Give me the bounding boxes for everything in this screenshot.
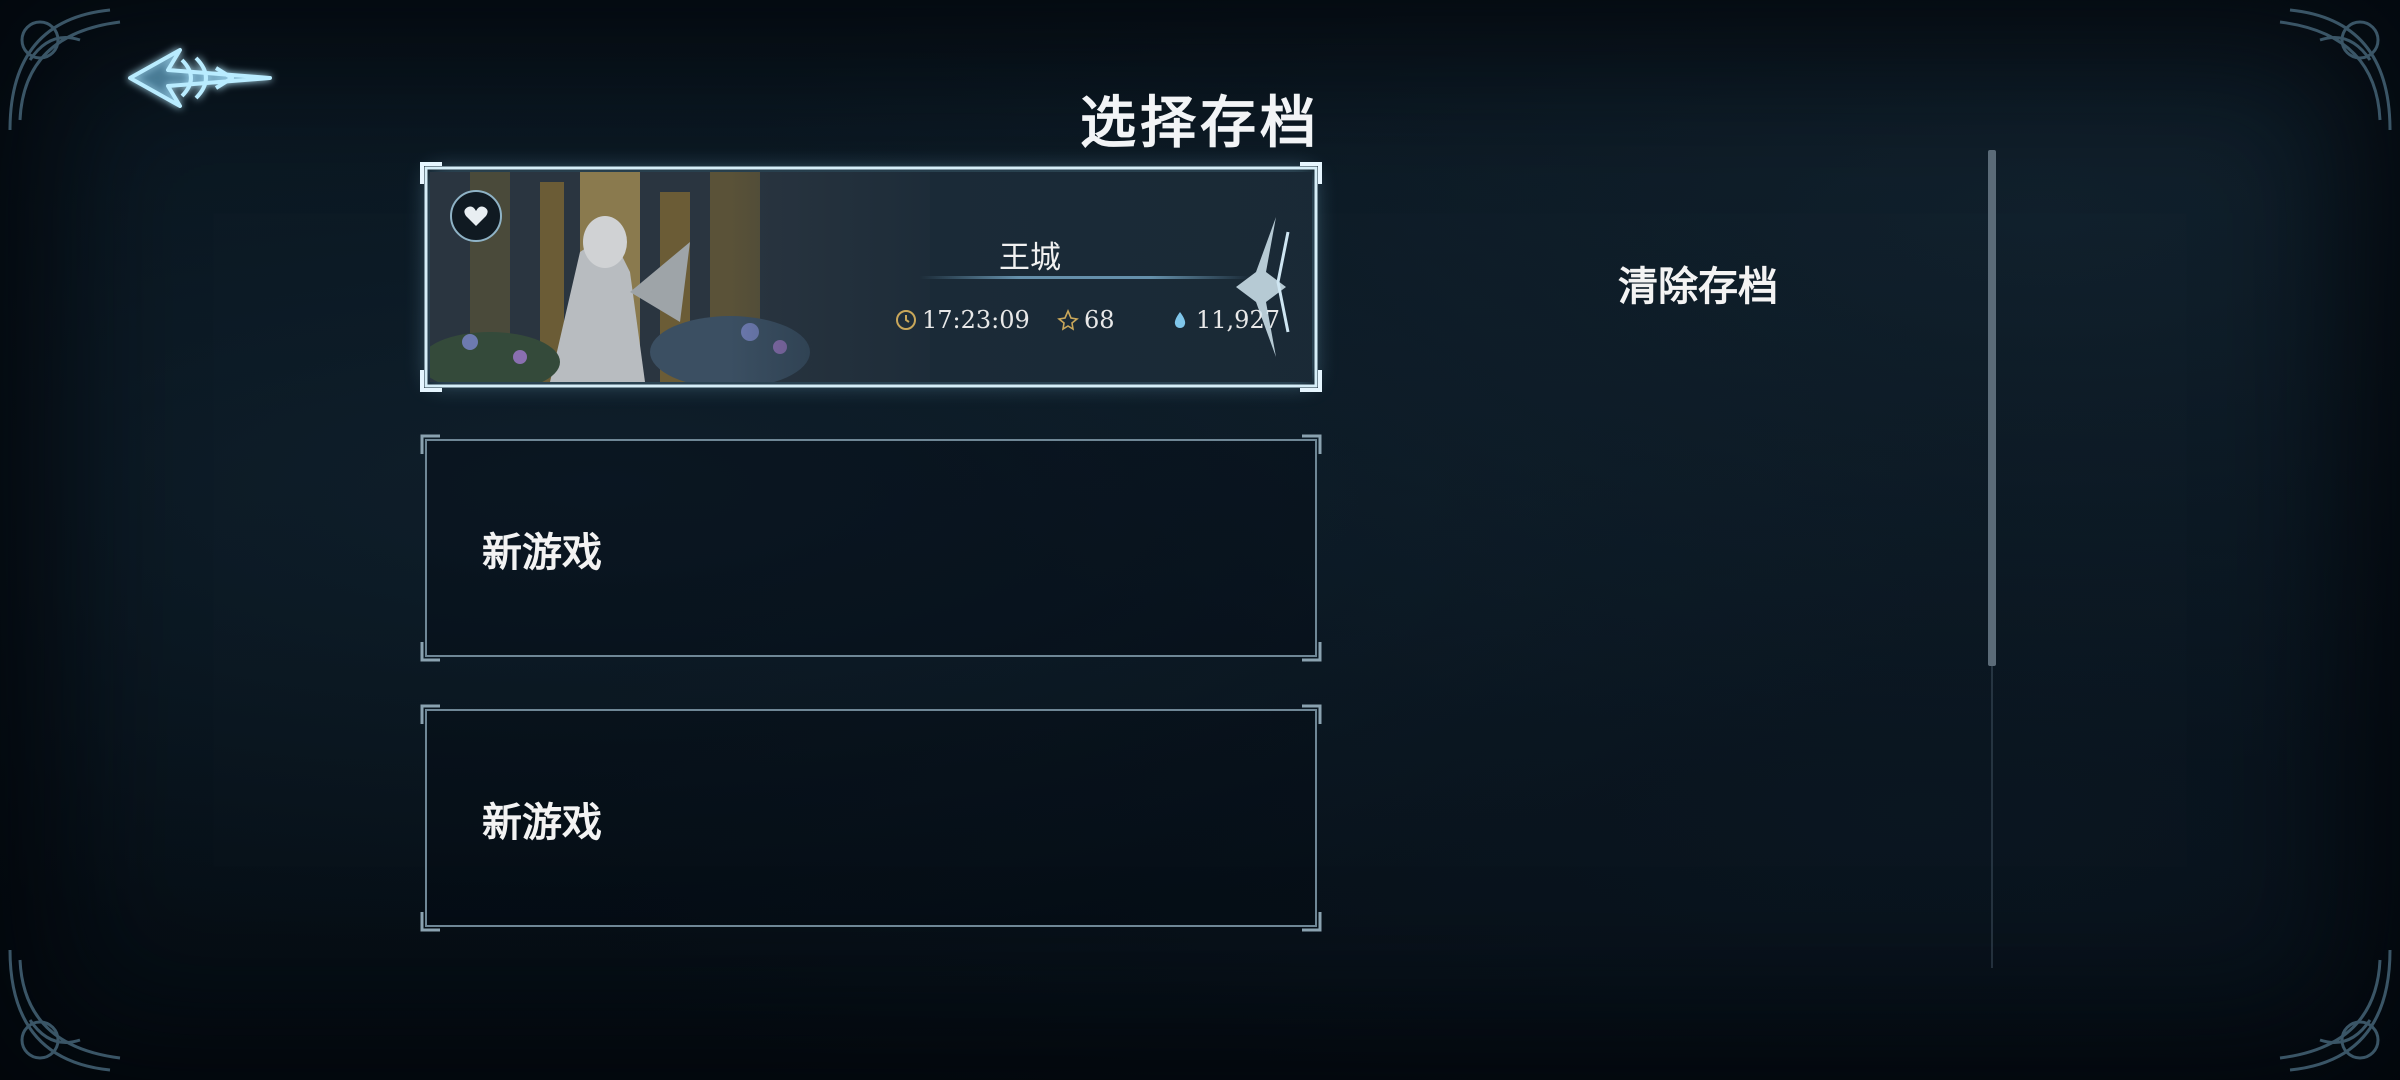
scrollbar-thumb[interactable] [1988,150,1996,666]
scrollbar[interactable] [1988,150,1996,968]
save-slot-2[interactable]: 新游戏 [420,434,1322,662]
corner-ornament [2180,940,2400,1080]
new-game-label: 新游戏 [482,799,602,846]
corner-ornament [0,940,220,1080]
save-slot-3[interactable]: 新游戏 [420,704,1322,932]
slot-frame [420,162,1322,392]
save-slot-1[interactable]: 王城 17:23:09 68 11,927 [420,162,1322,392]
clear-save-button[interactable]: 清除存档 [1618,254,1778,312]
new-game-label: 新游戏 [482,529,602,576]
page-title: 选择存档 [1080,89,1320,156]
